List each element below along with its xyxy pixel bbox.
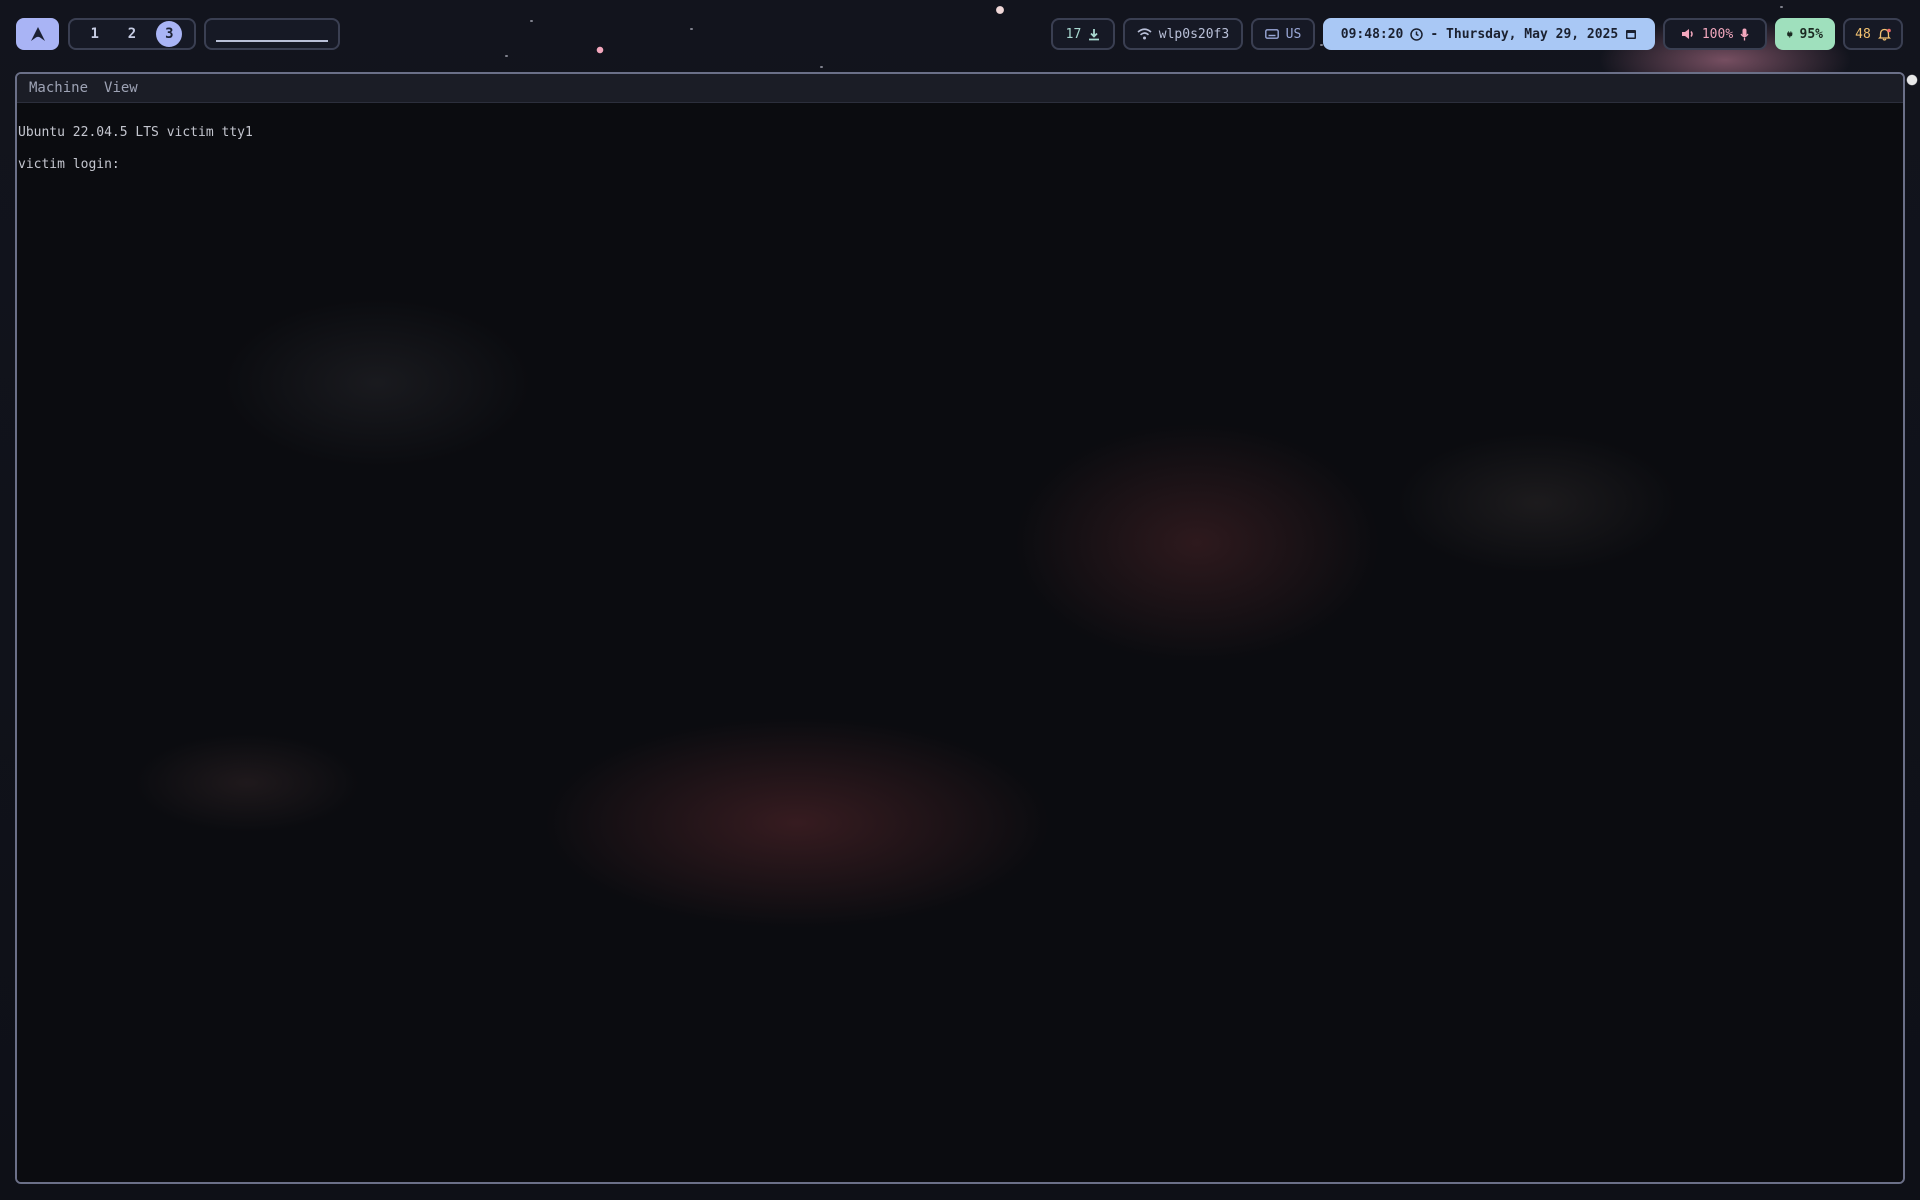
calendar-icon bbox=[1626, 30, 1637, 39]
keyboard-layout: US bbox=[1285, 26, 1302, 42]
battery-widget[interactable]: 95% bbox=[1775, 18, 1835, 50]
window-title-placeholder bbox=[216, 26, 328, 42]
network-interface: wlp0s20f3 bbox=[1158, 26, 1230, 42]
clock-widget[interactable]: 09:48:20 - Thursday, May 29, 2025 bbox=[1323, 18, 1655, 50]
desktop: 1 2 3 17 wlp0s20f3 US 09:48:20 - Thursda… bbox=[0, 0, 1920, 1200]
plug-icon bbox=[1787, 30, 1793, 38]
app-launcher-button[interactable] bbox=[16, 18, 59, 50]
clock-icon bbox=[1410, 27, 1424, 41]
network-widget[interactable]: wlp0s20f3 bbox=[1123, 18, 1243, 50]
console-line-login-prompt: victim login: bbox=[18, 157, 120, 172]
menu-view[interactable]: View bbox=[98, 78, 144, 98]
bell-icon bbox=[1877, 28, 1891, 41]
download-icon bbox=[1089, 28, 1100, 40]
vm-window: Machine View Ubuntu 22.04.5 LTS victim t… bbox=[15, 72, 1905, 1184]
vm-menu-bar: Machine View bbox=[17, 74, 1903, 103]
wifi-icon bbox=[1137, 28, 1152, 40]
battery-level: 95% bbox=[1799, 26, 1823, 42]
window-title-box bbox=[204, 18, 340, 50]
arch-logo-icon bbox=[30, 27, 45, 41]
workspace-3-button[interactable]: 3 bbox=[156, 21, 183, 47]
workspace-2-button[interactable]: 2 bbox=[119, 21, 145, 47]
notification-count: 48 bbox=[1855, 26, 1871, 42]
speaker-icon bbox=[1681, 29, 1693, 39]
microphone-icon bbox=[1740, 28, 1749, 40]
volume-level: 100% bbox=[1701, 26, 1734, 42]
workspace-switcher: 1 2 3 bbox=[68, 18, 196, 50]
keyboard-icon bbox=[1264, 29, 1279, 39]
notifications-widget[interactable]: 48 bbox=[1843, 18, 1903, 50]
console-line-os-banner: Ubuntu 22.04.5 LTS victim tty1 bbox=[18, 125, 253, 140]
workspace-1-button[interactable]: 1 bbox=[82, 21, 108, 47]
vm-console-screen[interactable]: Ubuntu 22.04.5 LTS victim tty1 victim lo… bbox=[17, 103, 1903, 1182]
top-bar: 1 2 3 17 wlp0s20f3 US 09:48:20 - Thursda… bbox=[0, 0, 1920, 70]
clock-date: - Thursday, May 29, 2025 bbox=[1430, 26, 1619, 42]
updates-count: 17 bbox=[1065, 26, 1082, 42]
volume-widget[interactable]: 100% bbox=[1663, 18, 1767, 50]
updates-widget[interactable]: 17 bbox=[1051, 18, 1115, 50]
menu-machine[interactable]: Machine bbox=[23, 78, 94, 98]
keyboard-layout-widget[interactable]: US bbox=[1251, 18, 1315, 50]
clock-time: 09:48:20 bbox=[1340, 26, 1404, 42]
console-output: Ubuntu 22.04.5 LTS victim tty1 victim lo… bbox=[18, 117, 253, 181]
